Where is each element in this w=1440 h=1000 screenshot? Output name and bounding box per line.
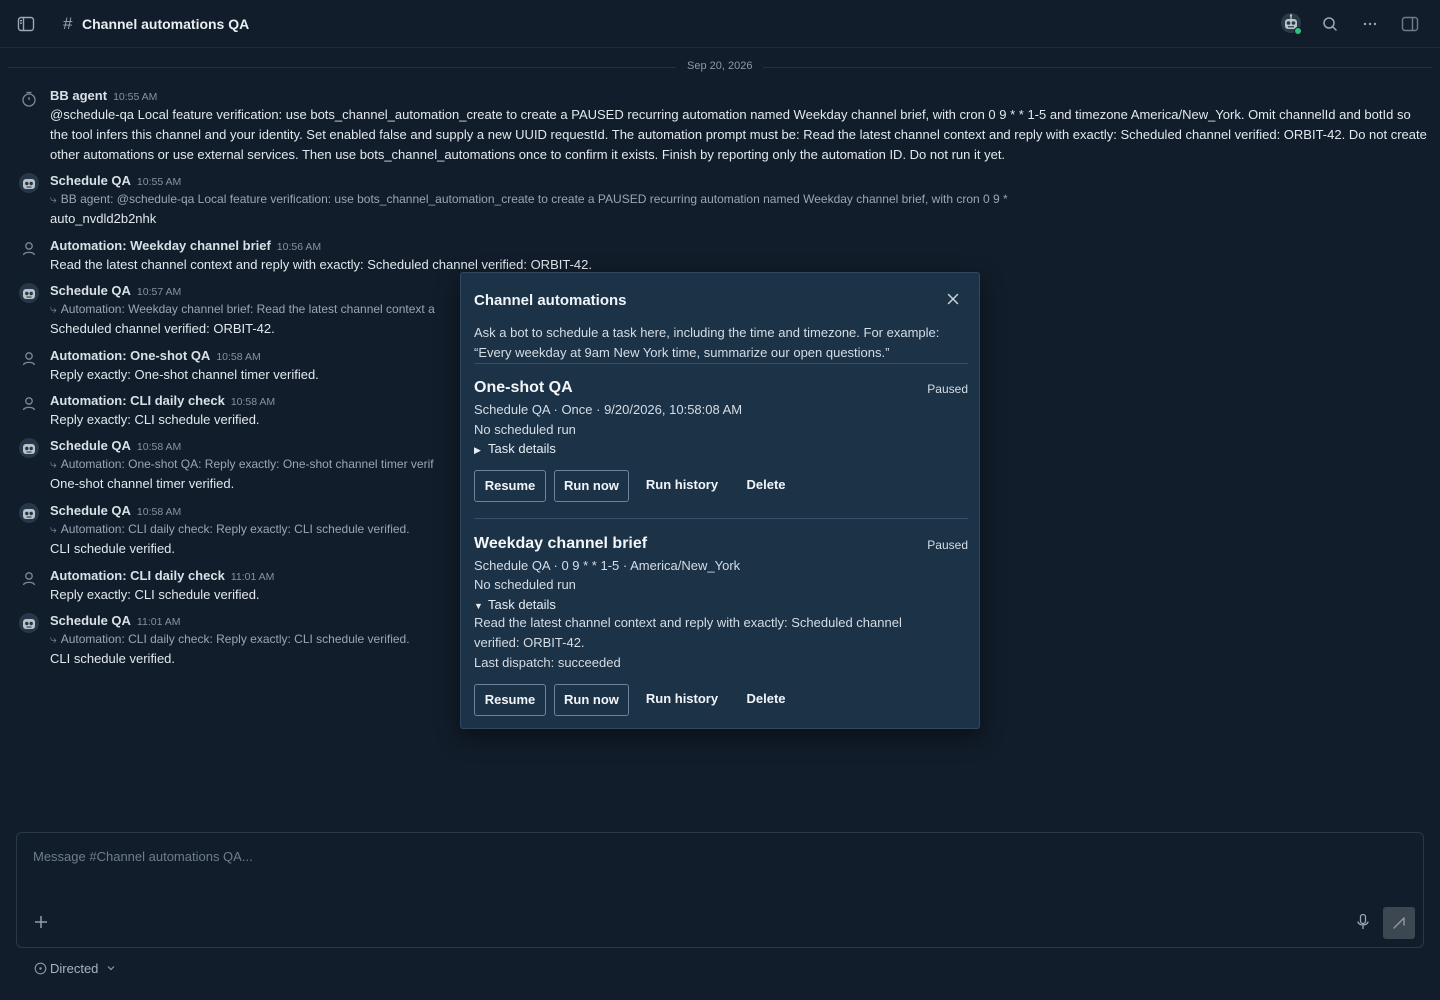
reply-preview[interactable]: ⤷ BB agent: @schedule-qa Local feature ve…	[50, 192, 1008, 207]
message-author[interactable]: Automation: Weekday channel brief 10:56 A…	[50, 238, 321, 253]
run-history-button[interactable]: Run history	[637, 470, 727, 502]
channel-header: # Channel automations QA	[0, 0, 1440, 48]
resume-button[interactable]: Resume	[474, 684, 546, 716]
message-body: One-shot channel timer verified.	[50, 476, 235, 491]
run-history-button[interactable]: Run history	[637, 684, 727, 716]
message-body: Reply exactly: CLI schedule verified.	[50, 587, 260, 602]
message-time: 10:58 AM	[216, 351, 261, 363]
message-time: 10:58 AM	[230, 396, 276, 408]
mode-label: Directed	[50, 961, 99, 976]
automation-name: Weekday channel brief	[474, 535, 648, 552]
reply-preview[interactable]: ⤷ Automation: Weekday channel brief: Read…	[50, 302, 435, 317]
message-time: 10:58 AM	[136, 441, 182, 453]
online-status-dot	[1294, 27, 1302, 35]
delete-button[interactable]: Delete	[735, 470, 797, 502]
search-icon[interactable]	[1321, 15, 1339, 33]
message-time: 10:56 AM	[276, 241, 322, 253]
message-author[interactable]: Schedule QA 10:58 AM	[50, 503, 181, 518]
reply-arrow-icon: ⤷	[50, 302, 57, 316]
reply-preview[interactable]: ⤷ Automation: One-shot QA: Reply exactly:…	[50, 457, 434, 472]
channel-hash-icon: #	[63, 14, 73, 33]
resume-button[interactable]: Resume	[474, 470, 546, 502]
channel-title: Channel automations QA	[82, 16, 250, 32]
chat-mode-icon	[34, 962, 47, 975]
automation-meta: Schedule QA · Once · 9/20/2026, 10:58:08…	[474, 402, 743, 417]
reply-preview[interactable]: ⤷ Automation: CLI daily check: Reply exac…	[50, 522, 410, 537]
microphone-icon[interactable]	[1355, 913, 1371, 931]
bot-icon	[19, 438, 39, 458]
message-body: CLI schedule verified.	[50, 651, 176, 666]
date-separator-label: Sep 20, 2026	[676, 60, 764, 72]
run-now-button[interactable]: Run now	[554, 684, 629, 716]
message-time: 10:57 AM	[136, 286, 182, 298]
automation-name: One-shot QA	[474, 379, 573, 396]
message-time: 10:58 AM	[136, 506, 182, 518]
message-author[interactable]: BB agent 10:55 AM	[50, 88, 157, 103]
caret-down-icon: ▼	[474, 601, 483, 611]
plus-icon[interactable]	[34, 915, 48, 929]
message-input-placeholder[interactable]: Message #Channel automations QA...	[33, 849, 253, 864]
message-author[interactable]: Schedule QA 10:58 AM	[50, 438, 181, 453]
bot-icon	[19, 173, 39, 193]
more-icon[interactable]	[1361, 15, 1379, 33]
message-author[interactable]: Automation: One-shot QA 10:58 AM	[50, 348, 261, 363]
reply-arrow-icon: ⤷	[50, 192, 57, 206]
user-icon	[22, 242, 36, 256]
message-body: CLI schedule verified.	[50, 541, 176, 556]
message-time: 10:55 AM	[113, 91, 158, 103]
next-run-text: No scheduled run	[474, 422, 576, 437]
user-icon	[22, 397, 36, 411]
dialog-intro-text: Ask a bot to schedule a task here, inclu…	[474, 325, 940, 360]
mode-selector[interactable]: Directed	[34, 961, 116, 976]
message-author[interactable]: Schedule QA 10:57 AM	[50, 283, 181, 298]
reply-arrow-icon: ⤷	[50, 522, 57, 536]
message-author[interactable]: Automation: CLI daily check 11:01 AM	[50, 568, 274, 583]
caret-right-icon: ▶	[474, 445, 481, 455]
message-time: 11:01 AM	[230, 571, 275, 583]
reply-arrow-icon: ⤷	[50, 632, 57, 646]
automation-meta: Schedule QA · 0 9 * * 1-5 · America/New_…	[474, 558, 741, 573]
message-body: auto_nvdld2b2nhk	[50, 211, 157, 226]
clock-agent-icon	[22, 91, 36, 107]
reply-arrow-icon: ⤷	[50, 457, 57, 471]
message-time: 10:55 AM	[136, 176, 182, 188]
message-body: Reply exactly: One-shot channel timer ve…	[50, 367, 319, 382]
status-badge: Paused	[927, 538, 968, 552]
close-icon[interactable]	[945, 291, 961, 307]
task-prompt-text: Read the latest channel context and repl…	[474, 615, 902, 650]
message-author[interactable]: Schedule QA 10:55 AM	[50, 173, 181, 188]
panel-right-icon[interactable]	[1401, 15, 1419, 33]
delete-button[interactable]: Delete	[735, 684, 797, 716]
last-dispatch-text: Last dispatch: succeeded	[474, 655, 621, 670]
user-icon	[22, 572, 36, 586]
divider	[474, 363, 968, 364]
bot-icon	[19, 503, 39, 523]
message-composer[interactable]: Message #Channel automations QA...	[16, 832, 1424, 948]
bot-icon	[19, 613, 39, 633]
task-details-toggle[interactable]: ▶ Task details	[474, 441, 556, 456]
message-author[interactable]: Automation: CLI daily check 10:58 AM	[50, 393, 275, 408]
channel-automations-dialog: Channel automations Ask a bot to schedul…	[460, 272, 980, 729]
next-run-text: No scheduled run	[474, 577, 576, 592]
send-button[interactable]	[1383, 907, 1415, 939]
message-author[interactable]: Schedule QA 11:01 AM	[50, 613, 181, 628]
send-icon	[1393, 917, 1405, 929]
task-details-toggle[interactable]: ▼ Task details	[474, 597, 556, 612]
message-time: 11:01 AM	[136, 616, 181, 628]
message-body: @schedule-qa Local feature verification:…	[50, 107, 1427, 162]
run-now-button[interactable]: Run now	[554, 470, 629, 502]
message-body: Reply exactly: CLI schedule verified.	[50, 412, 260, 427]
reply-preview[interactable]: ⤷ Automation: CLI daily check: Reply exac…	[50, 632, 410, 647]
bot-icon	[19, 283, 39, 303]
dialog-title: Channel automations	[474, 292, 627, 309]
chevron-down-icon	[107, 966, 115, 971]
sidebar-toggle-icon[interactable]	[17, 15, 35, 33]
message-body: Scheduled channel verified: ORBIT-42.	[50, 321, 275, 336]
divider	[474, 518, 968, 519]
user-icon	[22, 352, 36, 366]
status-badge: Paused	[927, 382, 968, 396]
